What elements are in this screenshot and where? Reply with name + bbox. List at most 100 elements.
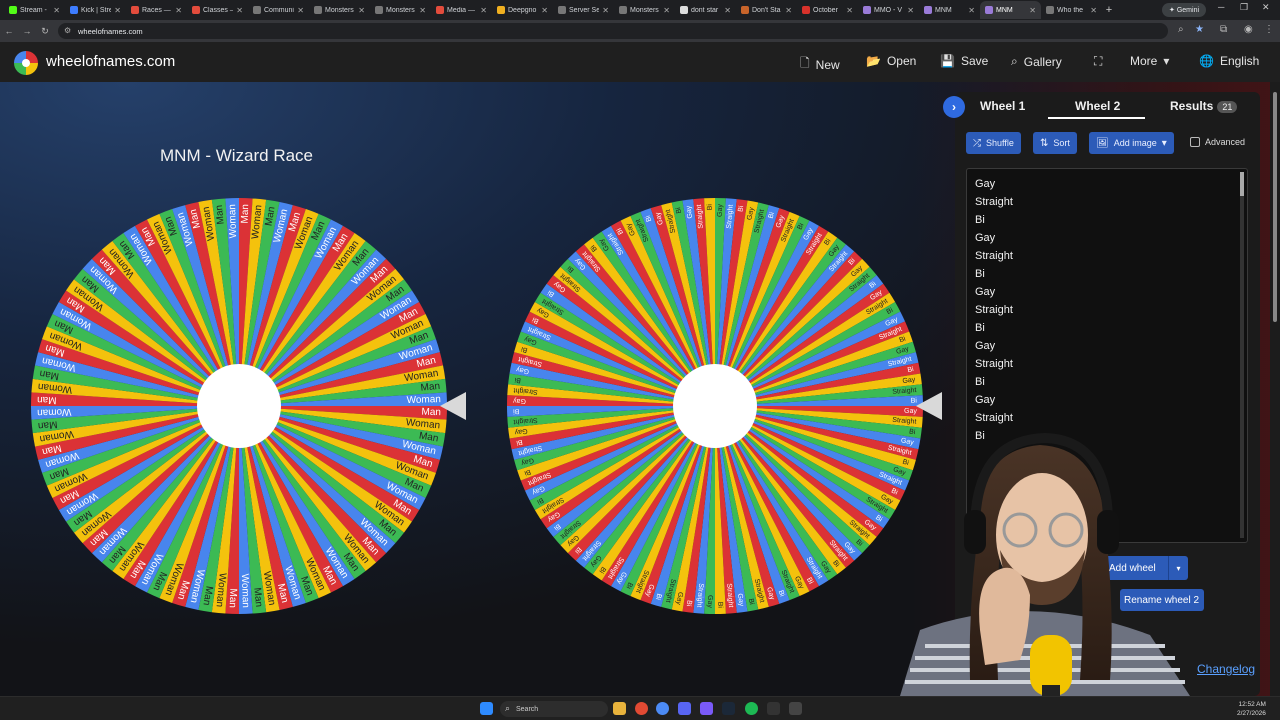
reload-icon[interactable]: ↻ [36, 26, 54, 37]
wheel-1[interactable]: ManWomanManWomanManWomanManWomanManWoman… [30, 197, 448, 615]
gallery-button[interactable]: ⌕ Gallery [1011, 54, 1062, 69]
tab-close-icon[interactable]: ✕ [53, 6, 60, 15]
browser-tab[interactable]: Who the ✕ [1041, 1, 1102, 19]
add-image-button[interactable]: 🖼 Add image ▾ [1089, 132, 1174, 154]
browser-tab[interactable]: Kick | Stre ✕ [65, 1, 126, 19]
webcam-overlay [900, 432, 1190, 696]
save-button[interactable]: 💾 Save [940, 54, 988, 68]
url-field[interactable]: ⚙ wheelofnames.com [58, 23, 1168, 39]
entries-scrollbar[interactable] [1240, 172, 1244, 538]
tab-close-icon[interactable]: ✕ [846, 6, 853, 15]
wheel-2-hub[interactable] [673, 364, 757, 448]
browser-tab[interactable]: Races — ✕ [126, 1, 187, 19]
tab-close-icon[interactable]: ✕ [1090, 6, 1097, 15]
page-scrollbar-thumb[interactable] [1273, 92, 1277, 322]
profile-avatar[interactable]: ◉ [1244, 24, 1253, 35]
xbox-icon[interactable] [767, 702, 780, 715]
tab-close-icon[interactable]: ✕ [968, 6, 975, 15]
system-clock[interactable]: 12:52 AM 2/27/2026 [1237, 700, 1266, 718]
browser-tab[interactable]: Server Se ✕ [553, 1, 614, 19]
tab-favicon-icon [192, 6, 200, 14]
extensions-icon[interactable]: ⧉ [1220, 24, 1227, 35]
shuffle-button[interactable]: ⤮ Shuffle [966, 132, 1021, 154]
site-info-icon[interactable]: ⚙ [64, 26, 71, 35]
browser-tab[interactable]: Monsters ✕ [309, 1, 370, 19]
fullscreen-button[interactable]: ⛶ [1094, 54, 1102, 69]
tab-close-icon[interactable]: ✕ [297, 6, 304, 15]
tab-close-icon[interactable]: ✕ [114, 6, 121, 15]
browser-tab[interactable]: Communi ✕ [248, 1, 309, 19]
tab-close-icon[interactable]: ✕ [541, 6, 548, 15]
steam-icon[interactable] [722, 702, 735, 715]
browser-icon[interactable] [656, 702, 669, 715]
browser-tab[interactable]: MNM ✕ [980, 1, 1041, 19]
minimize-icon[interactable]: ─ [1218, 2, 1224, 12]
tab-results[interactable]: Results 21 [1170, 99, 1238, 113]
sort-button[interactable]: ⇅ Sort [1033, 132, 1077, 154]
browser-menu-icon[interactable]: ⋮ [1264, 24, 1274, 35]
notepad-icon[interactable] [789, 702, 802, 715]
advanced-toggle[interactable]: Advanced [1190, 137, 1245, 147]
more-button[interactable]: More ▾ [1130, 54, 1169, 68]
advanced-checkbox[interactable] [1190, 137, 1200, 147]
tab-close-icon[interactable]: ✕ [1029, 6, 1036, 15]
tab-close-icon[interactable]: ✕ [480, 6, 487, 15]
browser-tab[interactable]: Monsters ✕ [370, 1, 431, 19]
browser-tab[interactable]: Deepgno ✕ [492, 1, 553, 19]
site-name[interactable]: wheelofnames.com [46, 53, 175, 70]
gemini-button[interactable]: ✦ Gemini [1162, 3, 1206, 17]
back-icon[interactable]: ← [0, 26, 18, 36]
window-close-icon[interactable]: ✕ [1262, 2, 1270, 13]
tab-close-icon[interactable]: ✕ [175, 6, 182, 15]
language-button[interactable]: 🌐 English [1199, 54, 1259, 68]
app-icon[interactable] [700, 702, 713, 715]
sort-icon: ⇅ [1040, 137, 1049, 149]
open-button[interactable]: 📂 Open [866, 54, 916, 68]
browser-tab[interactable]: Media — ✕ [431, 1, 492, 19]
windows-start-icon[interactable] [480, 702, 493, 715]
page-scrollbar[interactable] [1270, 82, 1280, 696]
browser-tab[interactable]: MNM ✕ [919, 1, 980, 19]
collapse-panel-button[interactable]: › [943, 96, 965, 118]
wheel-2[interactable]: GayStraightBiGayStraightBiGayStraightBiG… [506, 197, 924, 615]
gallery-label: Gallery [1023, 54, 1062, 69]
tab-close-icon[interactable]: ✕ [419, 6, 426, 15]
browser-tab[interactable]: October ✕ [797, 1, 858, 19]
discord-icon[interactable] [678, 702, 691, 715]
bookmark-star-icon[interactable]: ★ [1195, 24, 1204, 35]
new-button[interactable]: 🗋 New [800, 54, 840, 75]
maximize-icon[interactable]: ❐ [1240, 2, 1248, 13]
tab-close-icon[interactable]: ✕ [663, 6, 670, 15]
browser-tab[interactable]: Classes — ✕ [187, 1, 248, 19]
save-label: Save [960, 54, 989, 68]
browser-tab[interactable]: Don't Sta ✕ [736, 1, 797, 19]
tab-close-icon[interactable]: ✕ [785, 6, 792, 15]
wheel-2-slice-label: Bi [513, 407, 520, 414]
chrome-icon[interactable] [635, 702, 648, 715]
tab-close-icon[interactable]: ✕ [358, 6, 365, 15]
spotify-icon[interactable] [745, 702, 758, 715]
shuffle-icon: ⤮ [973, 137, 981, 149]
browser-tab[interactable]: dont star ✕ [675, 1, 736, 19]
file-explorer-icon[interactable] [613, 702, 626, 715]
new-tab-icon[interactable]: + [1102, 4, 1116, 16]
taskbar-search[interactable]: Search [500, 701, 608, 717]
browser-tab[interactable]: Monsters ✕ [614, 1, 675, 19]
forward-icon[interactable]: → [18, 26, 36, 36]
tab-close-icon[interactable]: ✕ [236, 6, 243, 15]
tab-close-icon[interactable]: ✕ [602, 6, 609, 15]
tab-label: Monsters [386, 6, 415, 14]
clock-date: 2/27/2026 [1237, 710, 1266, 717]
tab-wheel-2[interactable]: Wheel 2 [1075, 99, 1120, 113]
tab-close-icon[interactable]: ✕ [724, 6, 731, 15]
wheel-logo-icon[interactable] [14, 51, 38, 75]
changelog-link[interactable]: Changelog [1197, 662, 1255, 676]
entries-scrollbar-thumb[interactable] [1240, 172, 1244, 196]
browser-tab[interactable]: MMO - V ✕ [858, 1, 919, 19]
wheel-1-hub[interactable] [197, 364, 281, 448]
zoom-icon[interactable]: ⌕ [1178, 24, 1184, 35]
browser-tab[interactable]: Stream - ✕ [4, 1, 65, 19]
tab-close-icon[interactable]: ✕ [907, 6, 914, 15]
chevron-down-icon: ▾ [1161, 137, 1167, 149]
tab-wheel-1[interactable]: Wheel 1 [980, 99, 1025, 113]
